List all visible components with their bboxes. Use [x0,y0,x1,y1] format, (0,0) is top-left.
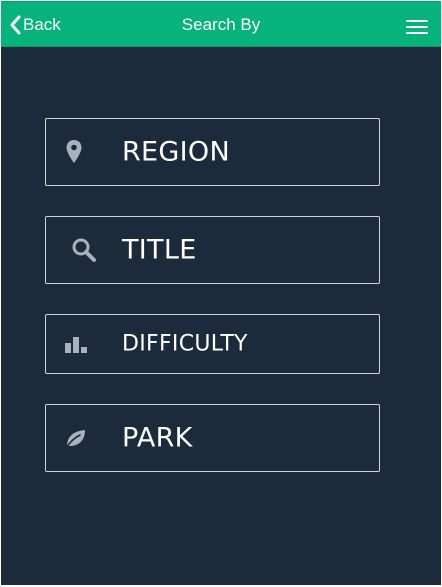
title-label: TITLE [122,234,197,266]
park-label: PARK [122,422,193,454]
hamburger-menu-icon[interactable] [406,18,428,34]
search-by-region-button[interactable]: REGION [45,118,380,186]
leaf-icon [60,422,92,454]
region-label: REGION [122,136,230,168]
search-icon [68,234,100,266]
chevron-left-icon [10,15,21,35]
bar-chart-icon [60,328,92,360]
search-by-park-button[interactable]: PARK [45,404,380,472]
back-button[interactable]: Back [9,2,61,48]
app-frame: Back Search By REGION TITLE DIFFICULTY P… [1,1,441,585]
back-label: Back [23,15,61,34]
top-bar: Back Search By [1,1,441,47]
location-pin-icon [58,136,90,168]
search-by-difficulty-button[interactable]: DIFFICULTY [45,314,380,374]
search-by-title-button[interactable]: TITLE [45,216,380,284]
difficulty-label: DIFFICULTY [122,331,248,357]
page-title: Search By [181,15,261,34]
